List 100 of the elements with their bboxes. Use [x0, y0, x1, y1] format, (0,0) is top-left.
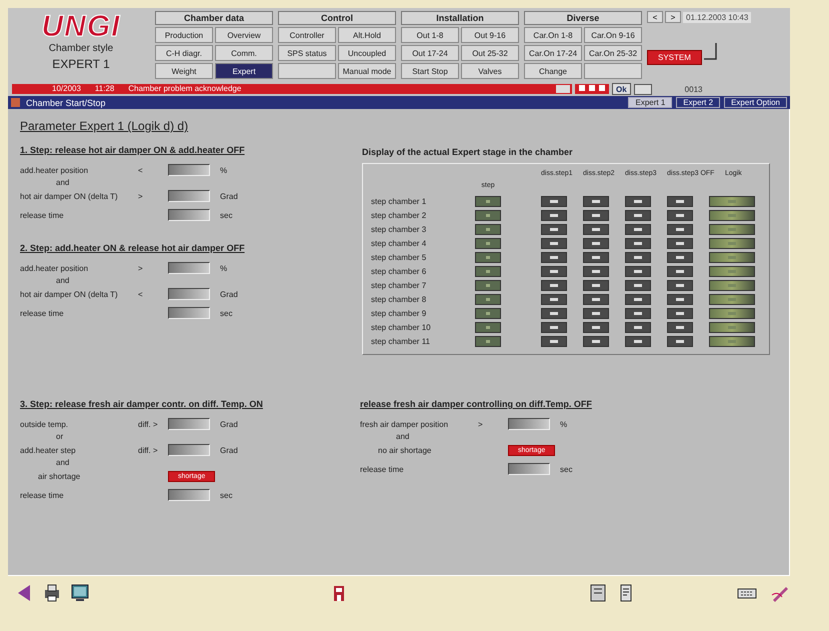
menu-group-button[interactable]: Chamber data [155, 11, 273, 25]
value-display [709, 308, 755, 318]
value-display [583, 336, 609, 346]
input-field[interactable] [168, 164, 210, 176]
value-display [625, 336, 651, 346]
menu-button[interactable]: Out 17-24 [401, 45, 459, 61]
tab[interactable]: Expert Option [724, 97, 787, 108]
menu-button[interactable]: Expert [215, 63, 273, 79]
value-display [667, 238, 693, 248]
value-display [541, 294, 567, 304]
menu-button[interactable]: Car.On 9-16 [584, 27, 642, 43]
menu-button[interactable]: Valves [461, 63, 519, 79]
value-display [625, 294, 651, 304]
value-display [667, 252, 693, 262]
input-field[interactable] [168, 190, 210, 202]
conjunction-label: and [56, 276, 70, 285]
value-display [541, 210, 567, 220]
menu-group-button[interactable]: Control [278, 11, 396, 25]
menu-button[interactable]: Controller [278, 27, 336, 43]
menu-button[interactable]: Car.On 17-24 [524, 45, 582, 61]
menu-button[interactable]: Car.On 25-32 [584, 45, 642, 61]
table-title: Display of the actual Expert stage in the chamber [362, 147, 574, 157]
menu-button[interactable]: Uncoupled [338, 45, 396, 61]
row-label: step chamber 1 [371, 196, 428, 206]
alarm-button[interactable]: SYSTEM [647, 50, 702, 65]
value-display [475, 196, 501, 206]
input-field[interactable] [508, 463, 550, 475]
status-time: 11:28 [94, 84, 114, 94]
unit-label: Grad [220, 290, 238, 298]
field-label: air shortage [37, 472, 82, 480]
field-label: release time [20, 210, 65, 220]
input-field[interactable] [168, 209, 210, 221]
row-label: step chamber 11 [371, 336, 431, 346]
menu-button[interactable]: Production [155, 27, 213, 43]
nav-key[interactable]: > [665, 11, 681, 23]
cabinet-icon[interactable] [588, 583, 608, 603]
value-display [667, 266, 693, 276]
value-display [625, 322, 651, 332]
value-display [709, 196, 755, 206]
menu-button[interactable]: Comm. [215, 45, 273, 61]
ok-button[interactable]: Ok [612, 83, 631, 95]
menu-button[interactable]: SPS status [278, 45, 336, 61]
unit-label: % [220, 264, 228, 272]
menu-button[interactable]: Out 25-32 [461, 45, 519, 61]
field-label: release time [20, 308, 65, 318]
input-field[interactable] [168, 307, 210, 319]
value-display [667, 196, 693, 206]
value-display [541, 196, 567, 206]
tab[interactable]: Expert 1 [628, 97, 672, 108]
value-display [475, 294, 501, 304]
menu-group-button[interactable]: Installation [401, 11, 519, 25]
value-display [583, 280, 609, 290]
value-display [583, 252, 609, 262]
unit-label: Grad [220, 420, 238, 428]
field-label: outside temp. [20, 420, 70, 428]
input-field[interactable] [508, 418, 550, 430]
unit-label: Grad [220, 446, 238, 454]
status-message: Chamber problem acknowledge [128, 84, 242, 94]
menu-button[interactable]: Start Stop [401, 63, 459, 79]
menu-button[interactable]: Manual mode [338, 63, 396, 79]
value-display [709, 210, 755, 220]
value-display [709, 252, 755, 262]
value-display [709, 266, 755, 276]
menu-button[interactable]: Weight [155, 63, 213, 79]
menu-button[interactable]: Overview [215, 27, 273, 43]
window-icon [11, 98, 20, 107]
conjunction-label: or [56, 432, 64, 441]
nav-key[interactable]: < [647, 11, 663, 23]
input-field[interactable] [168, 262, 210, 274]
display-button[interactable] [634, 84, 652, 94]
menu-group-button[interactable]: Diverse [524, 11, 642, 25]
input-field[interactable] [168, 418, 210, 430]
input-field[interactable] [168, 489, 210, 501]
menu-button[interactable]: Change [524, 63, 582, 79]
operator-label: < [138, 166, 144, 174]
menu-button[interactable]: Out 1-8 [401, 27, 459, 43]
menu-button[interactable]: C-H diagr. [155, 45, 213, 61]
printer-icon[interactable] [42, 583, 62, 603]
value-display [667, 280, 693, 290]
tab[interactable]: Expert 2 [676, 97, 720, 108]
field-label: fresh air damper position [360, 420, 450, 428]
menu-button[interactable]: Car.On 1-8 [524, 27, 582, 43]
row-label: step chamber 8 [371, 294, 428, 304]
value-display [625, 210, 651, 220]
conjunction-label: and [56, 178, 70, 187]
menu-button[interactable]: Alt.Hold [338, 27, 396, 43]
value-display [709, 280, 755, 290]
row-label: step chamber 9 [371, 308, 428, 318]
unit-label: sec [220, 490, 232, 500]
menu-button[interactable]: Out 9-16 [461, 27, 519, 43]
monitor-icon[interactable] [70, 583, 90, 603]
value-display [709, 294, 755, 304]
input-field[interactable] [168, 288, 210, 300]
input-field[interactable] [168, 444, 210, 456]
row-label: step chamber 4 [371, 238, 428, 248]
chamber-style-label: Chamber style [48, 43, 114, 54]
operator-label: > [138, 264, 144, 272]
value-display [583, 322, 609, 332]
value-display [625, 308, 651, 318]
value-display [475, 238, 501, 248]
